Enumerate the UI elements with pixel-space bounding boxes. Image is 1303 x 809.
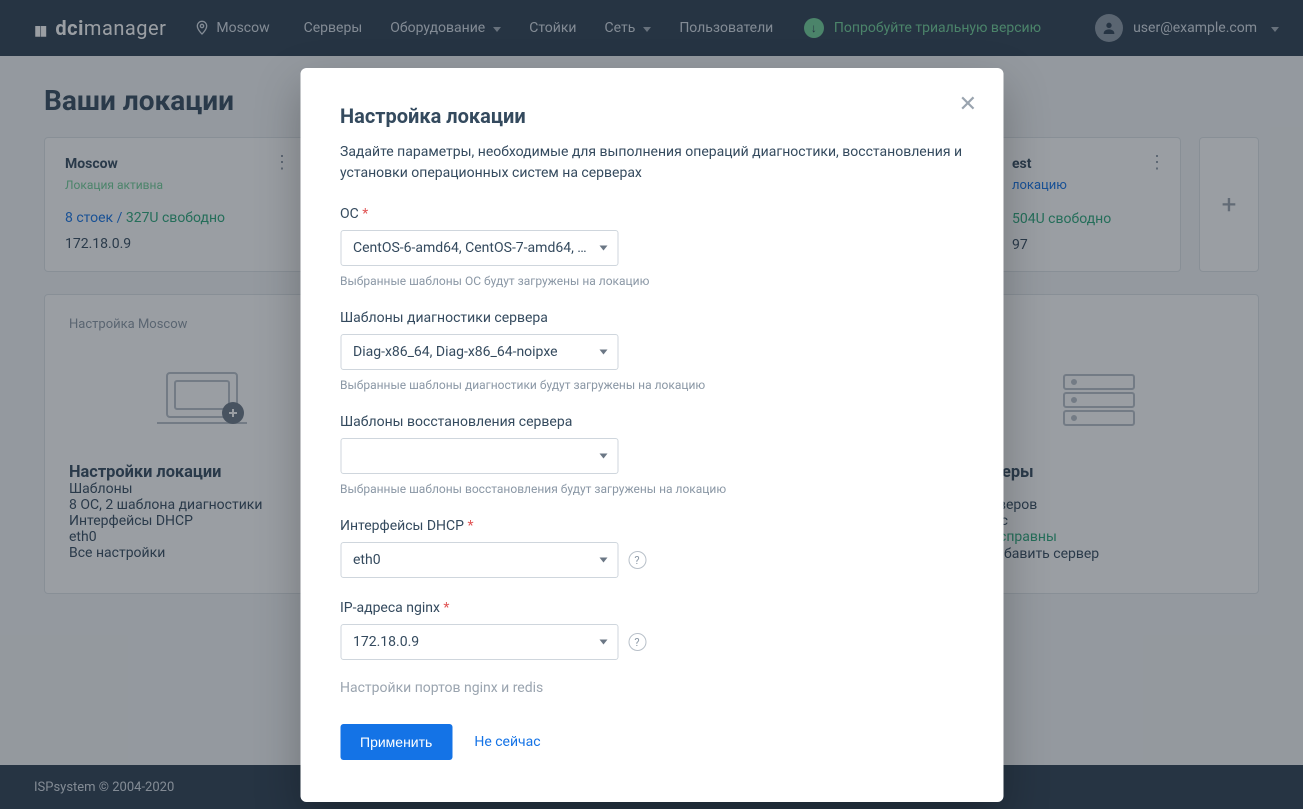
diag-hint: Выбранные шаблоны диагностики будут загр… [340, 378, 963, 392]
diag-label: Шаблоны диагностики сервера [340, 310, 963, 326]
not-now-link[interactable]: Не сейчас [474, 734, 540, 750]
os-value: CentOS-6-amd64, CentOS-7-amd64, … [353, 240, 587, 256]
nginx-ip-select[interactable]: 172.18.0.9 [340, 624, 618, 660]
field-nginx-ip: IP-адреса nginx 172.18.0.9 ? [340, 600, 963, 660]
dhcp-label: Интерфейсы DHCP [340, 518, 963, 534]
help-icon[interactable]: ? [628, 551, 646, 569]
recov-label: Шаблоны восстановления сервера [340, 414, 963, 430]
os-hint: Выбранные шаблоны ОС будут загружены на … [340, 274, 963, 288]
nginx-label: IP-адреса nginx [340, 600, 963, 616]
dhcp-select[interactable]: eth0 [340, 542, 618, 578]
help-icon[interactable]: ? [628, 633, 646, 651]
dhcp-value: eth0 [353, 552, 381, 568]
close-icon[interactable]: ✕ [959, 92, 977, 117]
modal-title: Настройка локации [340, 104, 963, 128]
diag-select[interactable]: Diag-x86_64, Diag-x86_64-noipxe [340, 334, 618, 370]
diag-value: Diag-x86_64, Diag-x86_64-noipxe [353, 344, 558, 360]
field-os: ОС CentOS-6-amd64, CentOS-7-amd64, … Выб… [340, 206, 963, 288]
nginx-value: 172.18.0.9 [353, 634, 419, 650]
recov-hint: Выбранные шаблоны восстановления будут з… [340, 482, 963, 496]
field-dhcp: Интерфейсы DHCP eth0 ? [340, 518, 963, 578]
recov-select[interactable] [340, 438, 618, 474]
apply-button[interactable]: Применить [340, 724, 452, 760]
field-recovery: Шаблоны восстановления сервера Выбранные… [340, 414, 963, 496]
modal-description: Задайте параметры, необходимые для выпол… [340, 142, 963, 184]
os-select[interactable]: CentOS-6-amd64, CentOS-7-amd64, … [340, 230, 618, 266]
location-settings-modal: ✕ Настройка локации Задайте параметры, н… [300, 68, 1003, 802]
modal-actions: Применить Не сейчас [340, 724, 963, 760]
field-diag: Шаблоны диагностики сервера Diag-x86_64,… [340, 310, 963, 392]
nginx-redis-ports-link[interactable]: Настройки портов nginx и redis [340, 680, 963, 696]
os-label: ОС [340, 206, 963, 222]
